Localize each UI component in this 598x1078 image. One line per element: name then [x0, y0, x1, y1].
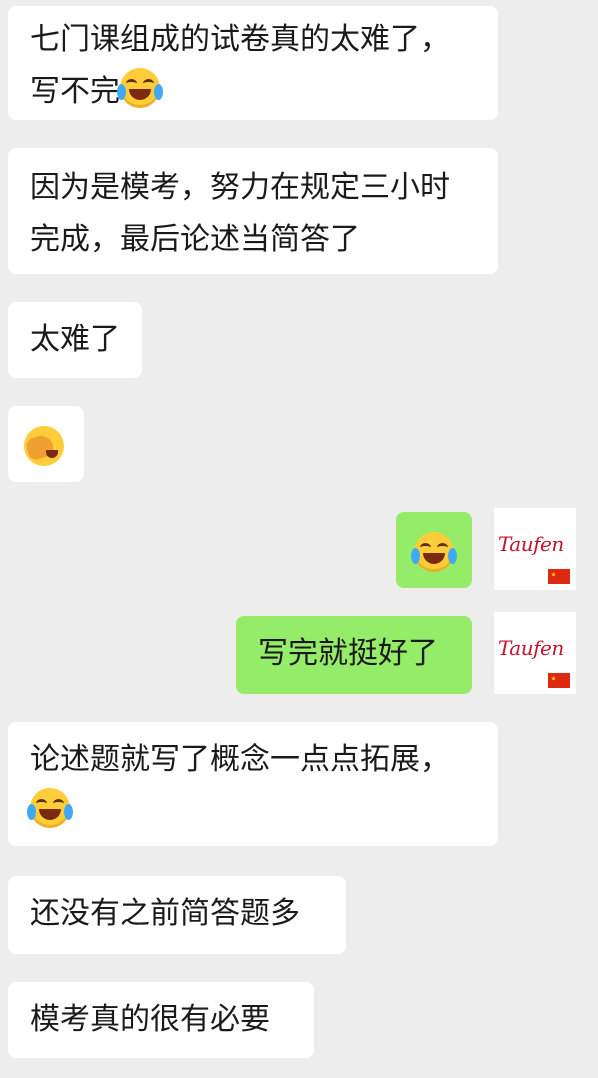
facepalm-icon — [24, 426, 64, 466]
avatar[interactable]: Taufen — [494, 612, 576, 694]
message-text: 还没有之前简答题多 — [30, 896, 300, 931]
avatar[interactable]: Taufen — [494, 508, 576, 590]
incoming-message-bubble[interactable]: 模考真的很有必要 — [8, 982, 314, 1058]
message-text: 论述题就写了概念一点点拓展， — [30, 742, 450, 777]
message-text: 太难了 — [30, 322, 120, 357]
china-flag-icon — [548, 673, 570, 688]
avatar-name: Taufen — [498, 532, 564, 556]
message-text: 因为是模考，努力在规定三小时 — [30, 170, 450, 205]
incoming-message-bubble[interactable]: 太难了 — [8, 302, 142, 378]
china-flag-icon — [548, 569, 570, 584]
outgoing-message-bubble[interactable]: 写完就挺好了 — [236, 616, 472, 694]
outgoing-message-bubble[interactable] — [396, 512, 472, 588]
incoming-message-bubble[interactable] — [8, 406, 84, 482]
incoming-message-bubble[interactable]: 因为是模考，努力在规定三小时 完成，最后论述当简答了 — [8, 148, 498, 274]
incoming-message-bubble[interactable]: 论述题就写了概念一点点拓展， — [8, 722, 498, 846]
tears-of-joy-icon — [27, 788, 73, 828]
message-text: 七门课组成的试卷真的太难了， — [30, 22, 450, 57]
message-text: 写完就挺好了 — [258, 636, 438, 671]
message-text: 模考真的很有必要 — [30, 1002, 270, 1037]
message-text: 写不完 — [30, 74, 120, 109]
tears-of-joy-icon — [117, 68, 163, 108]
incoming-message-bubble[interactable]: 七门课组成的试卷真的太难了， 写不完 — [8, 6, 498, 120]
tears-of-joy-icon — [411, 532, 457, 572]
incoming-message-bubble[interactable]: 还没有之前简答题多 — [8, 876, 346, 954]
message-text: 完成，最后论述当简答了 — [30, 222, 360, 257]
avatar-name: Taufen — [498, 636, 564, 660]
